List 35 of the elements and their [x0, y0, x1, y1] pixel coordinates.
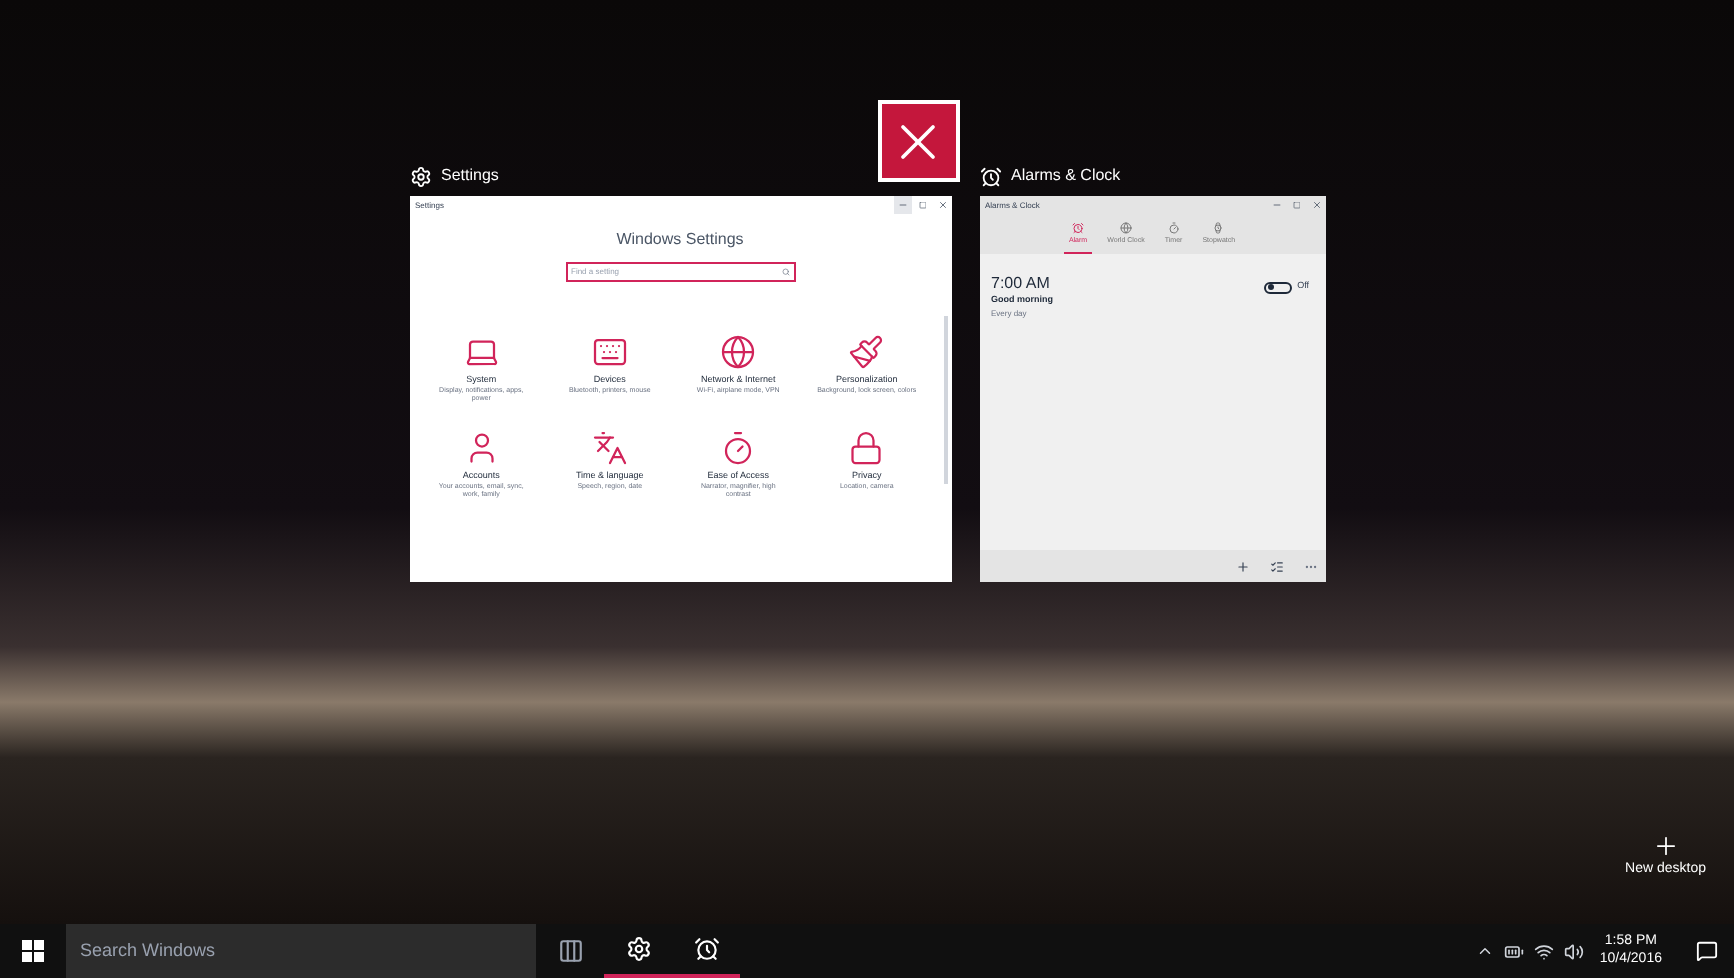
- time-icon: [591, 430, 628, 467]
- world-icon: [1119, 222, 1132, 234]
- window-label: Settings: [441, 164, 499, 188]
- privacy-icon: [848, 430, 885, 467]
- search-icon: [781, 268, 789, 276]
- scrollbar[interactable]: [943, 316, 947, 484]
- list-icon[interactable]: [1269, 559, 1283, 573]
- toggle-switch[interactable]: [1263, 281, 1292, 294]
- alarm-icon: [1072, 222, 1084, 234]
- stopwatch-icon: [1212, 222, 1225, 234]
- timer-icon: [1167, 222, 1180, 234]
- settings-icon: [409, 165, 431, 187]
- page-heading: Windows Settings: [614, 228, 746, 252]
- windows-logo-icon: [22, 940, 44, 962]
- system-icon: [463, 334, 500, 370]
- plus-icon: [1651, 831, 1680, 859]
- personalization-icon: [848, 334, 885, 370]
- alarm-time: 7:00 AM: [991, 274, 1052, 295]
- close-button[interactable]: [877, 100, 959, 182]
- wifi-icon[interactable]: [1533, 941, 1554, 961]
- alarm-clock-icon: [693, 936, 719, 962]
- battery-icon[interactable]: [1503, 941, 1524, 961]
- add-icon[interactable]: [1235, 559, 1249, 573]
- devices-icon: [591, 334, 628, 370]
- chevron-up-icon[interactable]: [1475, 942, 1494, 960]
- alarm-clock-icon: [979, 165, 1001, 187]
- ease-icon: [720, 430, 757, 467]
- window-label: Alarms & Clock: [1011, 164, 1121, 188]
- settings-window[interactable]: [409, 196, 951, 582]
- notifications-icon[interactable]: [1695, 940, 1717, 962]
- network-icon: [720, 334, 757, 370]
- settings-icon: [625, 936, 651, 962]
- search-field[interactable]: Search Windows: [66, 924, 536, 978]
- task-view-icon[interactable]: [557, 938, 583, 964]
- volume-icon[interactable]: [1563, 941, 1584, 961]
